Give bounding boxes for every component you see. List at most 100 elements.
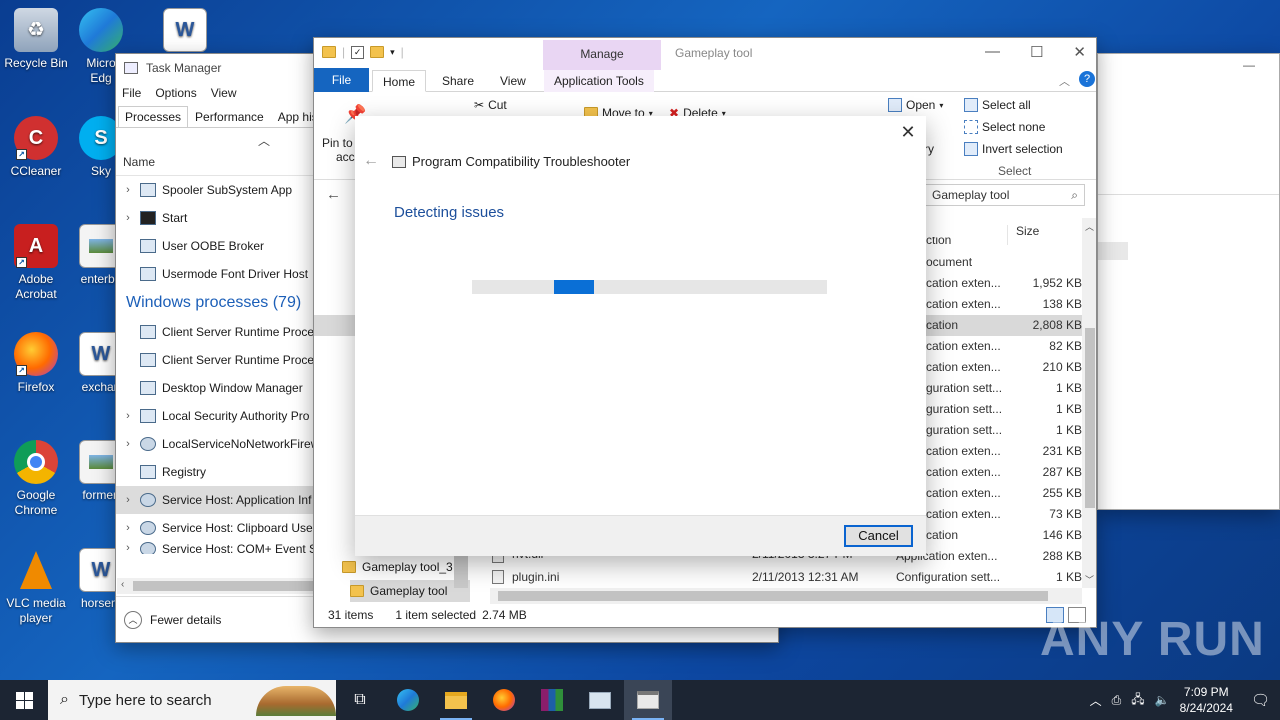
search-box[interactable]: Gameplay tool ⌕: [925, 184, 1085, 206]
scroll-thumb[interactable]: [498, 591, 1048, 601]
vertical-scrollbar[interactable]: ︿ ﹀: [1082, 218, 1096, 588]
scroll-up-icon[interactable]: ︿: [1085, 220, 1094, 233]
desktop-icon-label: Recycle Bin: [4, 56, 68, 70]
desktop-icon-recycle-bin[interactable]: ♻ Recycle Bin: [0, 8, 72, 71]
process-name: Desktop Window Manager: [162, 381, 303, 395]
desktop-icon-chrome[interactable]: Google Chrome: [0, 440, 72, 518]
troubleshooter-dialog[interactable]: ✕ ← Program Compatibility Troubleshooter…: [355, 116, 926, 556]
chevron-up-icon[interactable]: ︿: [1090, 692, 1102, 709]
menu-options[interactable]: Options: [155, 86, 196, 100]
open-button[interactable]: Open ▾: [888, 98, 943, 112]
explorer-titlebar[interactable]: | ✓ ▾ | Manage Gameplay tool — ☐ ✕: [314, 38, 1096, 70]
app-icon: [140, 325, 156, 339]
scroll-thumb[interactable]: [1085, 328, 1095, 508]
background-window[interactable]: —: [1097, 53, 1280, 510]
scroll-down-icon[interactable]: ﹀: [1085, 573, 1094, 586]
device-icon[interactable]: ⎙: [1112, 693, 1122, 708]
process-name: Client Server Runtime Proce: [162, 325, 315, 339]
desktop-icon-acrobat[interactable]: A ↗ Adobe Acrobat: [0, 224, 72, 302]
taskbar: ⌕ Type here to search ⧉ ︿ ⎙ 🖧 🔈 7:09 PM …: [0, 680, 1280, 720]
process-name: Service Host: COM+ Event S: [162, 542, 318, 554]
taskbar-winrar[interactable]: [528, 680, 576, 720]
nav-item-label: Gameplay tool: [370, 584, 448, 598]
notification-icon[interactable]: 🗨: [1243, 691, 1270, 709]
help-icon[interactable]: ?: [1079, 71, 1095, 87]
expand-icon[interactable]: ›: [116, 542, 140, 554]
clock[interactable]: 7:09 PM 8/24/2024: [1180, 684, 1233, 716]
desktop-icon-word-doc[interactable]: W: [160, 8, 210, 56]
close-icon[interactable]: ✕: [898, 122, 918, 142]
file-size: 255 KB: [1042, 486, 1082, 500]
search-icon[interactable]: ⌕: [1071, 188, 1078, 203]
tab-share[interactable]: Share: [432, 70, 484, 92]
chevron-down-icon[interactable]: ▾: [390, 47, 395, 58]
select-none-button[interactable]: Select none: [964, 120, 1045, 134]
network-icon[interactable]: 🖧: [1131, 690, 1144, 711]
select-all-button[interactable]: Select all: [964, 98, 1031, 112]
tab-view[interactable]: View: [490, 70, 536, 92]
fewer-details-button[interactable]: Fewer details: [150, 613, 221, 627]
sort-up-icon[interactable]: ︿: [258, 132, 270, 149]
menu-view[interactable]: View: [211, 86, 237, 100]
maximize-icon[interactable]: ☐: [1030, 43, 1043, 61]
column-name[interactable]: Name: [123, 155, 155, 169]
file-size: 287 KB: [1042, 465, 1082, 479]
nav-item-selected[interactable]: Gameplay tool: [350, 580, 470, 602]
taskbar-edge[interactable]: [384, 680, 432, 720]
column-size[interactable]: Size: [1016, 224, 1039, 238]
window-controls: — ☐ ✕: [985, 43, 1086, 61]
new-folder-icon[interactable]: [370, 46, 385, 58]
collapse-ribbon-icon[interactable]: ︿: [1059, 73, 1070, 89]
expand-icon[interactable]: ›: [116, 494, 140, 506]
app-icon: [140, 353, 156, 367]
printer-icon: [140, 183, 156, 197]
taskbar-troubleshooter[interactable]: [624, 680, 672, 720]
expand-icon[interactable]: ›: [116, 410, 140, 422]
horizontal-scrollbar[interactable]: [490, 588, 1082, 604]
search-input[interactable]: Type here to search: [79, 692, 212, 709]
scroll-thumb[interactable]: [133, 581, 313, 591]
pin-label: Pin to: [322, 136, 353, 150]
tab-application-tools[interactable]: Application Tools: [544, 70, 654, 92]
taskbar-firefox[interactable]: [480, 680, 528, 720]
tab-processes[interactable]: Processes: [118, 106, 189, 127]
expand-icon[interactable]: ›: [116, 438, 140, 450]
tab-file[interactable]: File: [314, 68, 369, 92]
file-type: cation exten...: [926, 276, 1001, 290]
menu-file[interactable]: File: [122, 86, 141, 100]
scroll-left-icon[interactable]: ‹: [121, 579, 124, 590]
desktop-icon-label: Micro Edg: [86, 56, 116, 85]
back-arrow-icon[interactable]: ←: [363, 152, 379, 170]
file-size: 1,952 KB: [1032, 276, 1082, 290]
tab-performance[interactable]: Performance: [188, 106, 271, 127]
expand-icon[interactable]: ›: [116, 184, 140, 196]
start-button[interactable]: [0, 680, 48, 720]
taskbar-task-manager[interactable]: [576, 680, 624, 720]
expand-icon[interactable]: ›: [116, 212, 140, 224]
volume-icon[interactable]: 🔈: [1155, 693, 1170, 707]
taskbar-search[interactable]: ⌕ Type here to search: [48, 680, 336, 720]
chevron-up-icon[interactable]: ︿: [124, 610, 142, 629]
close-icon[interactable]: ✕: [1073, 43, 1086, 61]
cut-label: Cut: [488, 98, 507, 112]
expand-icon[interactable]: ›: [116, 522, 140, 534]
desktop-icon-ccleaner[interactable]: C ↗ CCleaner: [0, 116, 72, 179]
folder-icon: [350, 585, 364, 597]
background-window-row: [1098, 242, 1128, 260]
cancel-button[interactable]: Cancel: [844, 525, 913, 547]
manage-context-tab[interactable]: Manage: [543, 40, 661, 70]
task-view-button[interactable]: ⧉: [336, 680, 384, 720]
back-arrow-icon[interactable]: ←: [326, 186, 341, 203]
tab-home[interactable]: Home: [372, 70, 427, 92]
search-input[interactable]: Gameplay tool: [932, 188, 1009, 202]
minimize-icon[interactable]: —: [1243, 58, 1255, 72]
desktop-icon-firefox[interactable]: ↗ Firefox: [0, 332, 72, 395]
invert-selection-button[interactable]: Invert selection: [964, 142, 1063, 156]
properties-icon[interactable]: ✓: [351, 45, 365, 59]
nav-item[interactable]: Gameplay tool_3: [342, 556, 470, 578]
minimize-icon[interactable]: —: [985, 43, 1000, 61]
cut-button[interactable]: ✂ Cut: [474, 98, 507, 112]
file-type: ocument: [926, 255, 973, 269]
desktop-icon-vlc[interactable]: VLC media player: [0, 548, 72, 626]
taskbar-file-explorer[interactable]: [432, 680, 480, 720]
